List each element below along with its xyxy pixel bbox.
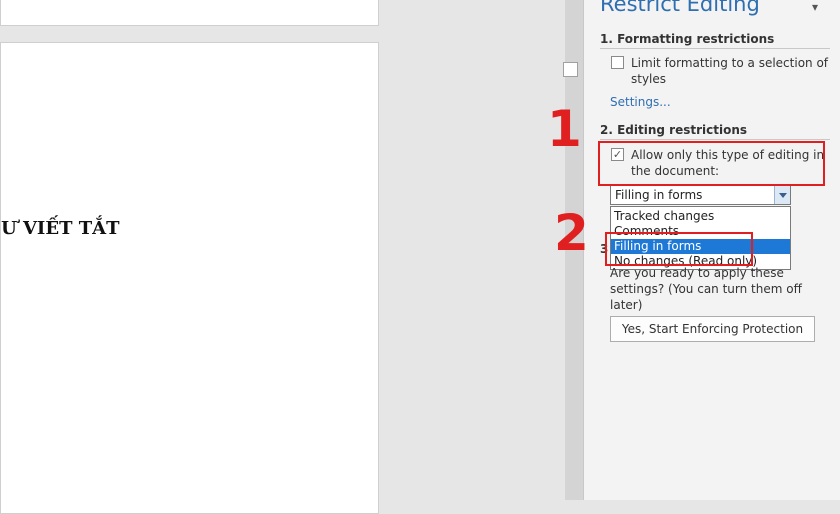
document-page-top bbox=[0, 0, 379, 26]
chevron-down-icon[interactable] bbox=[774, 186, 790, 204]
limit-formatting-checkbox[interactable] bbox=[611, 56, 624, 69]
editing-type-select[interactable]: Filling in forms bbox=[610, 185, 791, 205]
enforcement-description: Are you ready to apply these settings? (… bbox=[610, 266, 802, 312]
gutter-checkbox[interactable] bbox=[563, 62, 578, 77]
editing-restrictions-header: 2. Editing restrictions bbox=[600, 123, 748, 137]
callout-box-allow-editing bbox=[598, 141, 825, 186]
dropdown-option-tracked-changes[interactable]: Tracked changes bbox=[611, 209, 790, 224]
pane-options-icon[interactable]: ▾ bbox=[812, 0, 818, 14]
start-enforcing-protection-button[interactable]: Yes, Start Enforcing Protection bbox=[610, 316, 815, 342]
divider bbox=[600, 48, 830, 49]
document-page[interactable]: Ư VIẾT TẮT bbox=[0, 42, 379, 514]
document-area: Ư VIẾT TẮT bbox=[0, 0, 565, 514]
callout-number-1: 1 bbox=[547, 100, 582, 158]
callout-number-2: 2 bbox=[554, 204, 589, 262]
pane-title: Restrict Editing bbox=[600, 0, 760, 16]
editing-type-selected-value: Filling in forms bbox=[615, 188, 703, 202]
callout-box-filling-in-forms bbox=[605, 232, 753, 266]
settings-link[interactable]: Settings... bbox=[610, 95, 671, 109]
divider bbox=[600, 139, 830, 140]
limit-formatting-label: Limit formatting to a selection of style… bbox=[631, 56, 829, 86]
formatting-restrictions-header: 1. Formatting restrictions bbox=[600, 32, 775, 46]
document-heading-text: Ư VIẾT TẮT bbox=[1, 218, 120, 239]
